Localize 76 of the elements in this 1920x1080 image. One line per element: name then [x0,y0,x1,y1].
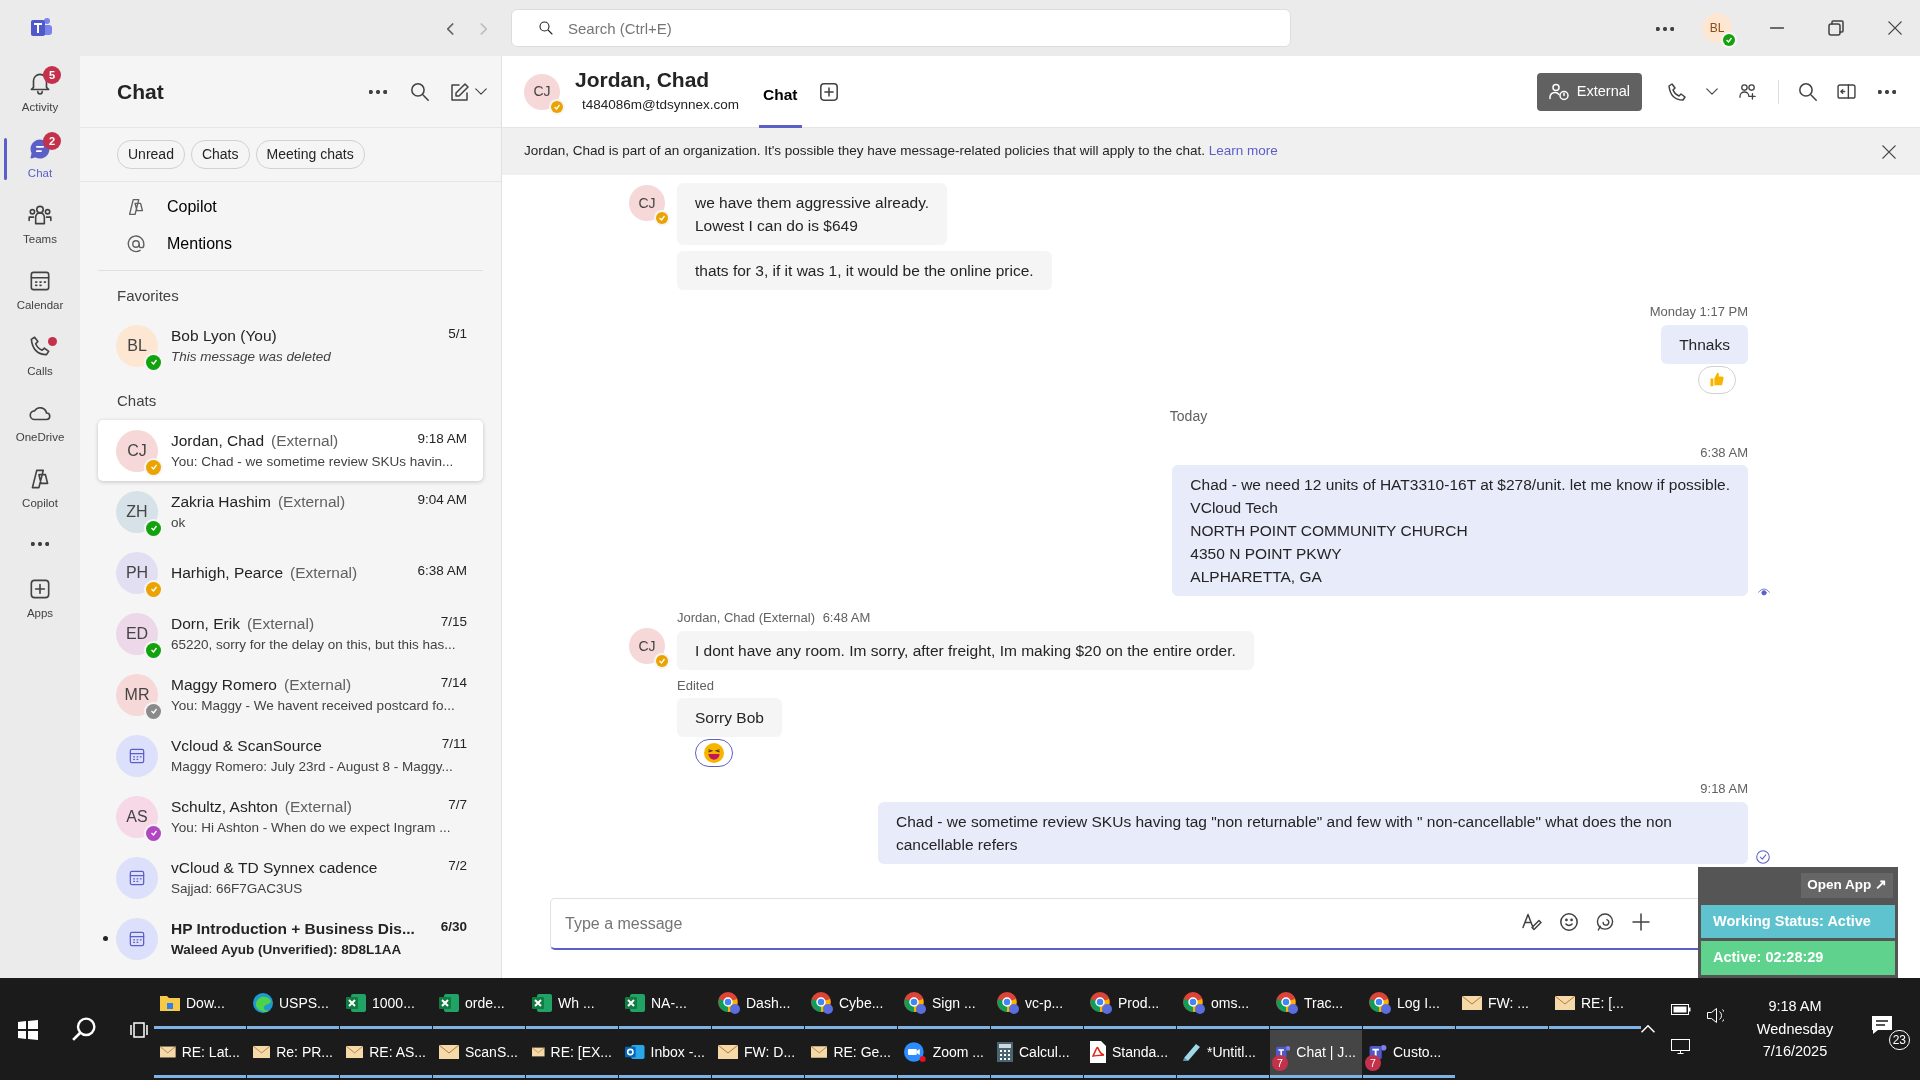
message-bubble: we have them aggressive already. Lowest I can do is $649 [677,183,948,245]
avatar-initials: AS [126,806,148,827]
message-bubble: Chad - we sometime review SKUs having tag "non returnable" and few with " non-cancellable" what does the non cancellable refers [878,801,1748,864]
chat-name: Zakria Hashim [171,492,271,510]
chat-time: 7/7 [448,795,467,814]
contact-name: Jordan, Chad [575,67,711,92]
chat-time: 7/11 [441,734,467,753]
chat-time: 5/1 [448,324,467,343]
avatar-initials: BL [1709,20,1725,37]
clock-time: 9:18 AM [1767,997,1823,1017]
chat-name: Maggy Romero [171,675,277,693]
count-badge: 7 [1365,1054,1381,1071]
chat-name: Dorn, Erik [171,614,240,632]
chat-time: 9:04 AM [417,490,467,509]
avatar-initials: ED [125,623,149,644]
external-tag: (External) [246,614,315,632]
avatar-initials: CJ [638,193,656,213]
chat-name: Harhigh, Pearce [171,563,283,581]
date-divider: Today [1169,406,1208,426]
edited-label: Edited [677,676,714,695]
avatar-initials: CJ [127,440,147,461]
avatar-initials: ZH [126,501,148,522]
message-bubble: Thnaks [1661,324,1748,364]
chat-name: Schultz, Ashton [171,797,278,815]
working-status: Working Status: Active [1701,904,1895,939]
count-badge: 7 [1272,1054,1288,1071]
section-heading: Chats [116,390,158,411]
chat-preview: Waleed Ayub (Unverified): 8D8L1AA [171,941,403,959]
chat-preview: This message was deleted [171,348,332,366]
chat-preview: You: Chad - we sometime review SKUs havin... [171,453,455,471]
chat-preview: You: Maggy - We havent received postcard fo... [171,697,456,715]
chat-preview: ok [171,514,187,532]
count-badge: 2 [43,132,61,150]
chat-name: HP Introduction + Business Dis... [171,919,415,937]
count-badge: 23 [1888,1030,1910,1050]
policy-notice: Jordan, Chad is part of an organization. It's possible they have message-related policies that will apply to the chat. Learn more [524,142,1278,161]
message-time: Monday 1:17 PM [1649,303,1748,321]
chat-time: 6/30 [440,917,467,936]
contact-email: t484086m@tdsynnex.com [582,95,740,114]
count-badge: 5 [43,66,61,84]
avatar-initials: PH [125,562,149,583]
message-bubble: Chad - we need 12 units of HAT3310-16T at $278/unit. let me know if possible. VCloud Tech NORTH POINT COMMUNITY CHURCH 4350 N POINT PKWY ALPHARETTA, GA [1172,465,1748,596]
chat-preview: You: Hi Ashton - When do we expect Ingram ... [171,819,452,837]
message-time: 6:38 AM [1700,443,1748,462]
chat-name: Jordan, Chad [171,431,265,449]
chat-name: Bob Lyon (You) [171,326,277,344]
panel-title: Chat [117,78,165,105]
external-tag: (External) [284,797,353,815]
chat-time: 7/2 [448,856,467,875]
chat-time: 7/15 [440,612,467,631]
chat-name: vCloud & TD Synnex cadence [171,858,378,876]
chat-time: 9:18 AM [417,429,467,448]
avatar-initials: CJ [638,636,656,656]
message-bubble: I dont have any room. Im sorry, after freight, Im making $20 on the entire order. [677,630,1254,670]
clock-date: 7/16/2025 [1761,1042,1829,1062]
message-time: 9:18 AM [1700,780,1748,798]
clock-day: Wednesday [1740,1017,1850,1041]
sender-name: Jordan, Chad (External) [677,610,815,625]
message-bubble: thats for 3, if it was 1, it would be the online price. [677,251,1052,290]
avatar-initials: CJ [533,82,551,101]
active-timer: Active: 02:28:29 [1701,941,1895,975]
message-time: 6:48 AM [822,610,871,625]
chat-name: Vcloud & ScanSource [171,736,322,754]
avatar-initials: MR [124,684,150,705]
chat-preview: Maggy Romero: July 23rd - August 8 - Maggy... [171,758,454,776]
chat-time: 6:38 AM [417,561,467,580]
message-bubble: Sorry Bob [677,698,782,737]
external-tag: (External) [271,431,339,449]
chat-time: 7/14 [440,673,467,692]
avatar-initials: BL [127,335,147,356]
external-tag: (External) [277,492,346,510]
external-tag: (External) [290,563,358,581]
chat-preview: Sajjad: 66F7GAC3US [171,880,304,898]
external-tag: (External) [283,675,352,693]
chat-preview: 65220, sorry for the delay on this, but this has... [171,636,457,654]
section-heading: Favorites [116,285,180,306]
